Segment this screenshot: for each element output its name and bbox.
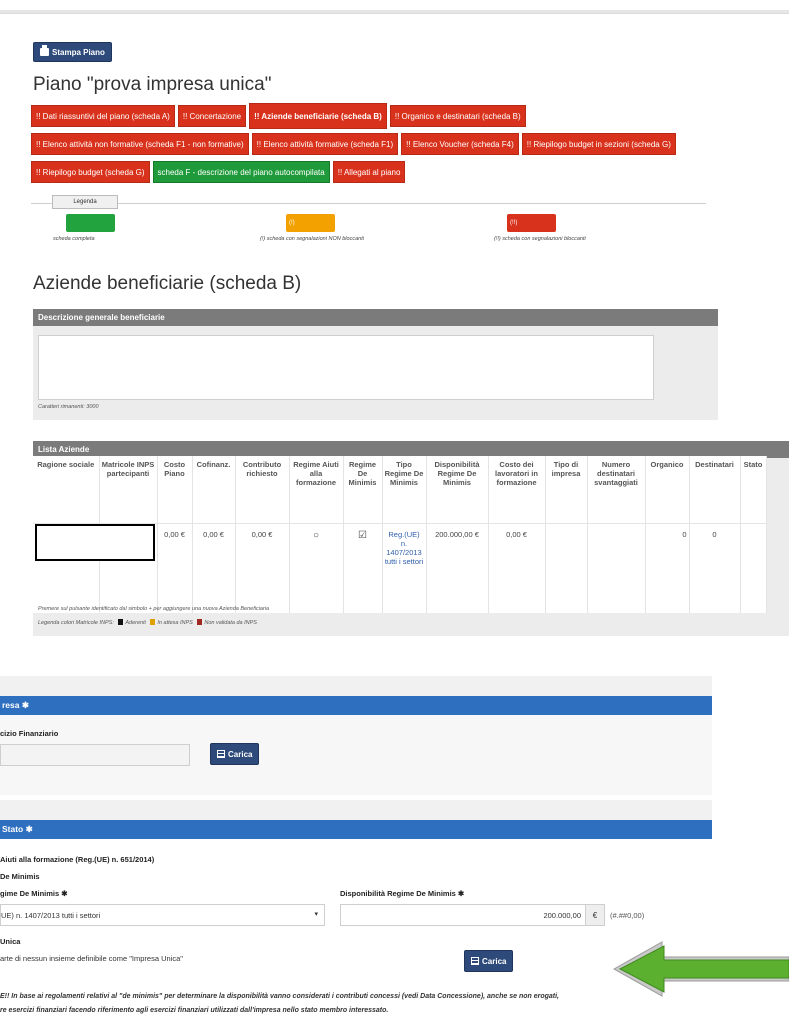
col-matricole: Matricole INPS partecipanti xyxy=(99,456,158,523)
cell-cofinanz: 0,00 € xyxy=(192,522,236,613)
de-minimis-note-line2: re esercizi finanziari facendo riferimen… xyxy=(0,1007,389,1014)
add-company-note: Premere sul pulsante identificato dal si… xyxy=(38,606,270,612)
redacted-company-box xyxy=(35,524,155,561)
legend-dot-non-validata xyxy=(197,619,203,625)
legend-dot-attesa xyxy=(150,619,156,625)
regime-de-minimis-select[interactable]: UE) n. 1407/2013 tutti i settori ▾ xyxy=(0,904,325,926)
col-costo-piano: Costo Piano xyxy=(157,456,193,523)
col-regime-aiuti: Regime Aiuti alla formazione xyxy=(289,456,344,523)
disponibilita-value: 200.000,00 xyxy=(543,911,581,920)
col-stato: Stato xyxy=(740,456,767,523)
cell-numero xyxy=(587,522,646,613)
col-destinatari: Destinatari xyxy=(689,456,741,523)
col-ragione-sociale: Ragione sociale xyxy=(33,456,100,523)
tab-elenco-voucher[interactable]: !! Elenco Voucher (scheda F4) xyxy=(401,133,519,155)
tab-dati-riassuntivi[interactable]: !! Dati riassuntivi del piano (scheda A) xyxy=(31,105,175,127)
legend-swatch-complete xyxy=(66,214,115,232)
description-panel-header: Descrizione generale beneficiarie xyxy=(33,309,718,326)
tab-concertazione[interactable]: !! Concertazione xyxy=(177,105,247,127)
legend-label-blocking: (!!) scheda con segnalazioni bloccanti xyxy=(494,236,586,242)
col-organico: Organico xyxy=(645,456,690,523)
inps-color-legend: Legenda colori Matricole INPS: Aderenti … xyxy=(38,619,257,626)
tab-organico-destinatari[interactable]: !! Organico e destinatari (scheda B) xyxy=(389,105,526,127)
cell-tipo-impresa xyxy=(545,522,588,613)
col-tipo-regime: Tipo Regime De Minimis xyxy=(382,456,427,523)
regime-select-value: UE) n. 1407/2013 tutti i settori xyxy=(1,911,101,920)
legend-label-complete: scheda completa xyxy=(53,236,95,242)
top-bar xyxy=(0,10,789,14)
de-minimis-label[interactable]: De Minimis xyxy=(0,872,40,881)
tab-row-3: !! Riepilogo budget (scheda G) scheda F … xyxy=(31,161,406,183)
inps-legend-aderenti: Aderenti xyxy=(125,620,146,626)
carica-button-1[interactable]: Carica xyxy=(210,743,260,765)
stato-section-bar: Stato ✱ xyxy=(0,820,712,839)
carica-button-2[interactable]: Carica xyxy=(464,950,514,972)
legend-swatch-blocking: (!!) xyxy=(507,214,556,232)
legend-dot-aderenti xyxy=(118,619,124,625)
tab-aziende-beneficiarie[interactable]: !! Aziende beneficiarie (scheda B) xyxy=(249,103,387,129)
aiuti-formazione-label[interactable]: Aiuti alla formazione (Reg.(UE) n. 651/2… xyxy=(0,855,154,864)
col-cofinanz: Cofinanz. xyxy=(192,456,236,523)
tab-riepilogo-budget-sezioni[interactable]: !! Riepilogo budget in sezioni (scheda G… xyxy=(521,133,676,155)
print-plan-label: Stampa Piano xyxy=(52,47,105,57)
legend-divider xyxy=(31,203,706,204)
col-numero-destinatari: Numero destinatari svantaggiati xyxy=(587,456,646,523)
radio-empty-icon[interactable]: ○ xyxy=(289,522,344,613)
col-disponibilita: Disponibilità Regime De Minimis xyxy=(426,456,489,523)
esercizio-input[interactable] xyxy=(0,744,190,766)
check-circle-icon[interactable]: ☑ xyxy=(343,522,383,613)
legend-label-warning: (!) scheda con segnalazioni NON bloccant… xyxy=(260,236,364,242)
lower-top-strip xyxy=(0,676,712,696)
tab-scheda-f-descrizione[interactable]: scheda F - descrizione del piano autocom… xyxy=(152,161,330,183)
cell-contributo: 0,00 € xyxy=(235,522,290,613)
regime-de-minimis-label: gime De Minimis ✱ xyxy=(0,889,68,898)
impresa-section-bar: resa ✱ xyxy=(0,696,712,715)
de-minimis-note-line1: E!! In base ai regolamenti relativi al "… xyxy=(0,993,560,1000)
legend-swatch-warning: (!) xyxy=(286,214,335,232)
plan-title: Piano "prova impresa unica" xyxy=(33,74,272,95)
cell-costo-lavoratori: 0,00 € xyxy=(488,522,546,613)
section-title: Aziende beneficiarie (scheda B) xyxy=(33,273,302,294)
euro-addon: € xyxy=(585,904,605,926)
table-header-row: Ragione sociale Matricole INPS partecipa… xyxy=(33,456,767,523)
tab-attivita-formative[interactable]: !! Elenco attività formative (scheda F1) xyxy=(251,133,399,155)
description-textarea[interactable] xyxy=(38,335,654,400)
carica-label-1: Carica xyxy=(228,749,253,759)
inps-legend-non-validata: Non validata da INPS xyxy=(204,620,257,626)
impresa-unica-label: Unica xyxy=(0,937,21,946)
carica-label-2: Carica xyxy=(482,956,507,966)
inps-legend-attesa: In attesa INPS xyxy=(157,620,193,626)
cell-organico: 0 xyxy=(645,522,690,613)
tab-row-1: !! Dati riassuntivi del piano (scheda A)… xyxy=(31,103,526,129)
table-icon xyxy=(217,750,225,758)
chars-remaining: Caratteri rimanenti: 3000 xyxy=(38,404,99,410)
inps-legend-prefix: Legenda colori Matricole INPS: xyxy=(38,620,114,626)
col-contributo: Contributo richiesto xyxy=(235,456,290,523)
col-regime-de-minimis: Regime De Minimis xyxy=(343,456,383,523)
format-hint: (#.##0,00) xyxy=(610,911,645,920)
table-icon xyxy=(471,957,479,965)
cell-costo: 0,00 € xyxy=(157,522,193,613)
esercizio-label: cizio Finanziario xyxy=(0,729,59,738)
tab-allegati[interactable]: !! Allegati al piano xyxy=(332,161,406,183)
disponibilita-label: Disponibilità Regime De Minimis ✱ xyxy=(340,889,465,898)
cell-destinatari: 0 xyxy=(689,522,741,613)
tab-attivita-non-formative[interactable]: !! Elenco attività non formative (scheda… xyxy=(31,133,249,155)
disponibilita-input[interactable]: 200.000,00 xyxy=(340,904,586,926)
green-arrow-icon xyxy=(612,941,789,997)
chevron-down-icon: ▾ xyxy=(314,911,318,918)
legend-button[interactable]: Legenda xyxy=(52,195,118,209)
col-costo-lavoratori: Costo dei lavoratori in formazione xyxy=(488,456,546,523)
col-tipo-impresa: Tipo di impresa xyxy=(545,456,588,523)
cell-disponibilita: 200.000,00 € xyxy=(426,522,489,613)
tab-row-2: !! Elenco attività non formative (scheda… xyxy=(31,133,676,155)
cell-stato xyxy=(740,522,767,613)
impresa-unica-text[interactable]: arte di nessun insieme definibile come "… xyxy=(0,954,183,963)
cell-tipo-regime: Reg.(UE) n. 1407/2013 tutti i settori xyxy=(382,522,427,613)
printer-icon xyxy=(40,45,49,56)
stato-top-strip xyxy=(0,800,712,820)
print-plan-button[interactable]: Stampa Piano xyxy=(33,42,112,62)
tab-riepilogo-budget[interactable]: !! Riepilogo budget (scheda G) xyxy=(31,161,150,183)
